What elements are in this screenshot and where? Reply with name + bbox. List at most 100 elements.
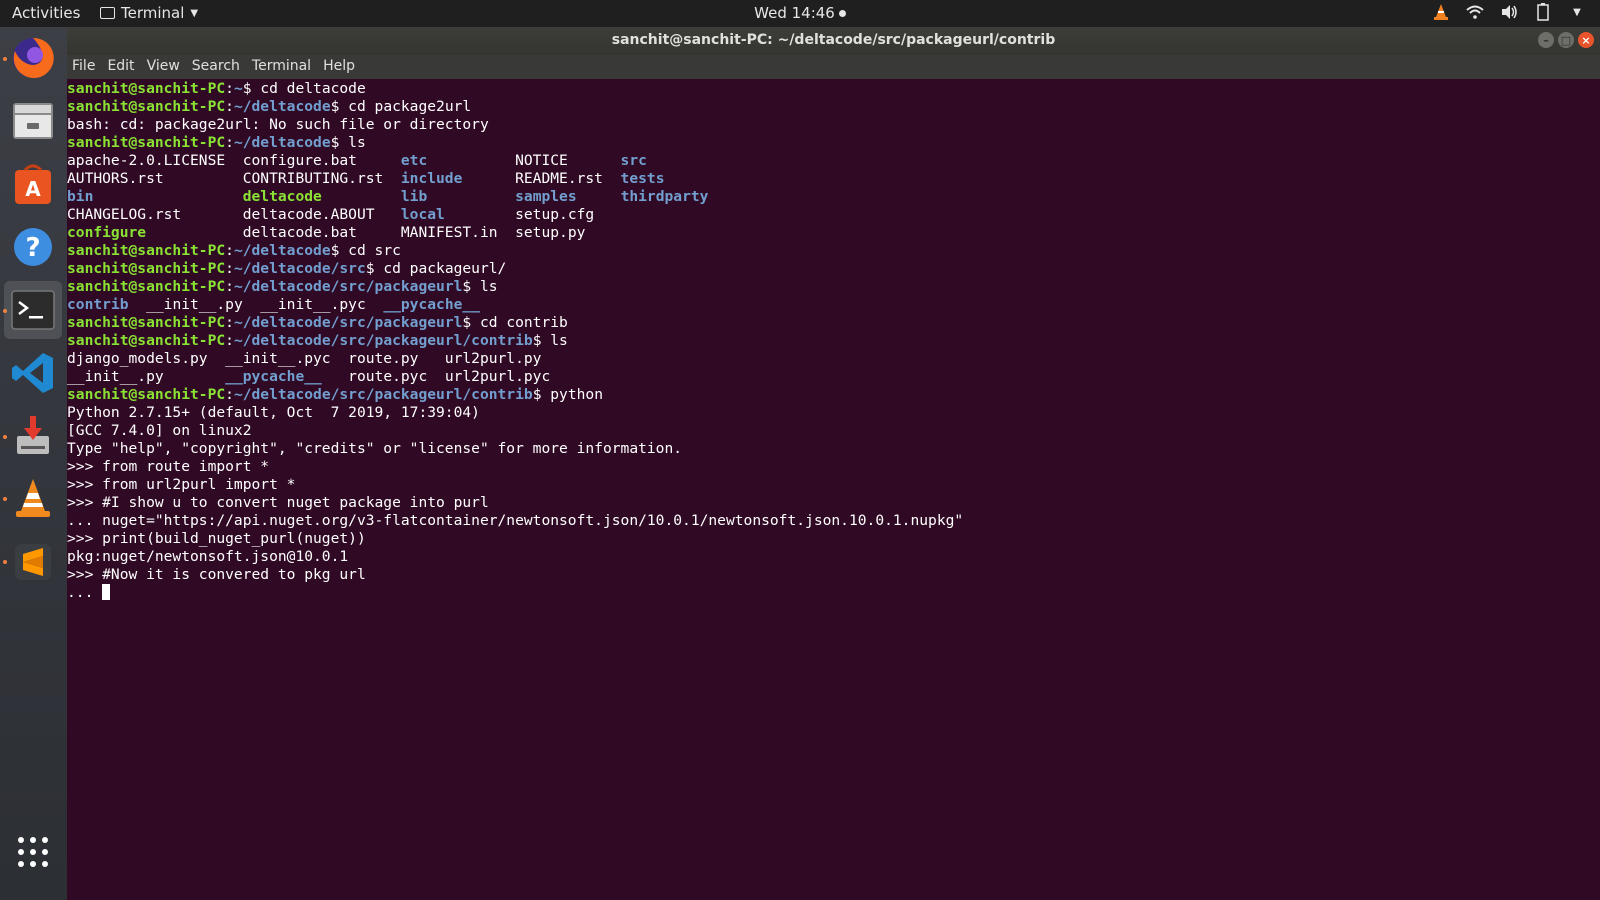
terminal-text: ~/deltacode	[233, 98, 331, 115]
terminal-text: django_models.py __init__.pyc route.py u…	[67, 350, 542, 367]
terminal-text: etc	[400, 152, 428, 169]
terminal-text: :	[225, 98, 234, 115]
terminal-text: configure	[67, 224, 147, 241]
app-grid-icon[interactable]	[8, 827, 58, 877]
terminal-text: pkg:nuget/newtonsoft.json@10.0.1	[67, 548, 349, 565]
terminal-text: ~/deltacode	[233, 242, 331, 259]
terminal-text: sanchit@sanchit-PC	[67, 80, 226, 97]
terminal-text: $ ls	[532, 332, 568, 349]
maximize-icon[interactable]: □	[1558, 32, 1574, 48]
top-bar: Activities Terminal ▼ Wed 14:46 ▼	[0, 0, 1600, 27]
terminal-text: ~/deltacode/src/packageurl	[233, 278, 463, 295]
terminal-line: sanchit@sanchit-PC:~$ cd deltacode	[67, 80, 963, 98]
running-indicator	[3, 309, 7, 313]
terminal-text: ~/deltacode/src/packageurl	[233, 314, 463, 331]
menu-file[interactable]: File	[67, 55, 101, 79]
terminal-text: :	[225, 80, 234, 97]
terminal-text: apache-2.0.LICENSE configure.bat	[67, 152, 401, 169]
help-icon[interactable]: ?	[8, 222, 58, 272]
files-icon[interactable]	[8, 96, 58, 146]
system-menu-chevron-icon[interactable]: ▼	[1568, 3, 1586, 21]
terminal-line: Python 2.7.15+ (default, Oct 7 2019, 17:…	[67, 404, 963, 422]
terminal-text: [GCC 7.4.0] on linux2	[67, 422, 252, 439]
terminal-line: sanchit@sanchit-PC:~/deltacode/src$ cd p…	[67, 260, 963, 278]
terminal-text: ~/deltacode	[233, 134, 331, 151]
menu-edit[interactable]: Edit	[101, 55, 140, 79]
vlc-tray-icon[interactable]	[1432, 3, 1450, 21]
menu-search[interactable]: Search	[186, 55, 246, 79]
terminal-text: ~	[233, 80, 243, 97]
terminal-text: __init__.py	[67, 368, 226, 385]
battery-icon[interactable]	[1534, 3, 1552, 21]
running-indicator	[3, 57, 7, 61]
terminal-line: >>> from url2purl import *	[67, 476, 963, 494]
running-indicator	[3, 560, 7, 564]
terminal-text: ~/deltacode/src/packageurl/contrib	[233, 386, 533, 403]
clock-label: Wed 14:46	[754, 4, 835, 22]
terminal-window: sanchit@sanchit-PC: ~/deltacode/src/pack…	[67, 27, 1600, 900]
terminal-text: ...	[67, 584, 103, 601]
terminal-text: ... nuget="https://api.nuget.org/v3-flat…	[67, 512, 964, 529]
terminal-text: >>> print(build_nuget_purl(nuget))	[67, 530, 366, 547]
window-controls: – □ ×	[1538, 32, 1594, 48]
terminal-text: route.pyc url2purl.pyc	[321, 368, 551, 385]
terminal-text: $ cd package2url	[330, 98, 472, 115]
sublime-icon[interactable]	[8, 537, 58, 587]
wifi-icon[interactable]	[1466, 3, 1484, 21]
terminal-text: sanchit@sanchit-PC	[67, 98, 226, 115]
terminal-text: bash: cd: package2url: No such file or d…	[67, 116, 489, 133]
vlc-icon[interactable]	[8, 474, 58, 524]
terminal-line: CHANGELOG.rst deltacode.ABOUT local setu…	[67, 206, 963, 224]
terminal-text: lib	[400, 188, 428, 205]
terminal-text: sanchit@sanchit-PC	[67, 134, 226, 151]
volume-icon[interactable]	[1500, 3, 1518, 21]
terminal-line: >>> #I show u to convert nuget package i…	[67, 494, 963, 512]
terminal-line: ...	[67, 584, 963, 602]
menu-view[interactable]: View	[141, 55, 186, 79]
terminal-line: >>> #Now it is convered to pkg url	[67, 566, 963, 584]
terminal-text: >>> from route import *	[67, 458, 270, 475]
minimize-icon[interactable]: –	[1538, 32, 1554, 48]
clock[interactable]: Wed 14:46	[0, 4, 1600, 22]
terminal-line: sanchit@sanchit-PC:~/deltacode$ cd packa…	[67, 98, 963, 116]
svg-text:?: ?	[25, 233, 40, 263]
terminal-text: sanchit@sanchit-PC	[67, 242, 226, 259]
terminal-text: AUTHORS.rst CONTRIBUTING.rst	[67, 170, 401, 187]
terminal-line: apache-2.0.LICENSE configure.bat etc NOT…	[67, 152, 963, 170]
terminal-line: sanchit@sanchit-PC:~/deltacode$ ls	[67, 134, 963, 152]
terminal-line: pkg:nuget/newtonsoft.json@10.0.1	[67, 548, 963, 566]
terminal-text: >>> #I show u to convert nuget package i…	[67, 494, 489, 511]
terminal-output[interactable]: sanchit@sanchit-PC:~$ cd deltacode sanchi…	[67, 79, 1600, 900]
close-icon[interactable]: ×	[1578, 32, 1594, 48]
system-tray[interactable]: ▼	[1432, 3, 1586, 21]
terminal-text: :	[225, 134, 234, 151]
firefox-icon[interactable]	[8, 33, 58, 83]
terminal-text: sanchit@sanchit-PC	[67, 260, 226, 277]
terminal-text: :	[225, 332, 234, 349]
software-center-icon[interactable]: A	[8, 159, 58, 209]
terminal-text: contrib	[67, 296, 129, 313]
title-bar[interactable]: sanchit@sanchit-PC: ~/deltacode/src/pack…	[67, 27, 1600, 55]
terminal-line: sanchit@sanchit-PC:~/deltacode/src/packa…	[67, 278, 963, 296]
terminal-text: src	[620, 152, 647, 169]
terminal-text: ~/deltacode/src/packageurl/contrib	[233, 332, 533, 349]
terminal-text: thirdparty	[620, 188, 709, 205]
terminal-icon[interactable]	[8, 285, 58, 335]
installer-icon[interactable]	[8, 411, 58, 461]
running-indicator	[3, 497, 7, 501]
terminal-text: :	[225, 386, 234, 403]
terminal-text: sanchit@sanchit-PC	[67, 386, 226, 403]
vscode-icon[interactable]	[8, 348, 58, 398]
terminal-lines: sanchit@sanchit-PC:~$ cd deltacode sanchi…	[67, 80, 963, 602]
terminal-text: deltacode	[242, 188, 322, 205]
terminal-line: sanchit@sanchit-PC:~/deltacode$ cd src	[67, 242, 963, 260]
terminal-text: sanchit@sanchit-PC	[67, 332, 226, 349]
menu-help[interactable]: Help	[317, 55, 361, 79]
terminal-text: >>> from url2purl import *	[67, 476, 296, 493]
terminal-text: :	[225, 314, 234, 331]
menu-terminal[interactable]: Terminal	[246, 55, 317, 79]
terminal-text: __pycache__	[225, 368, 322, 385]
